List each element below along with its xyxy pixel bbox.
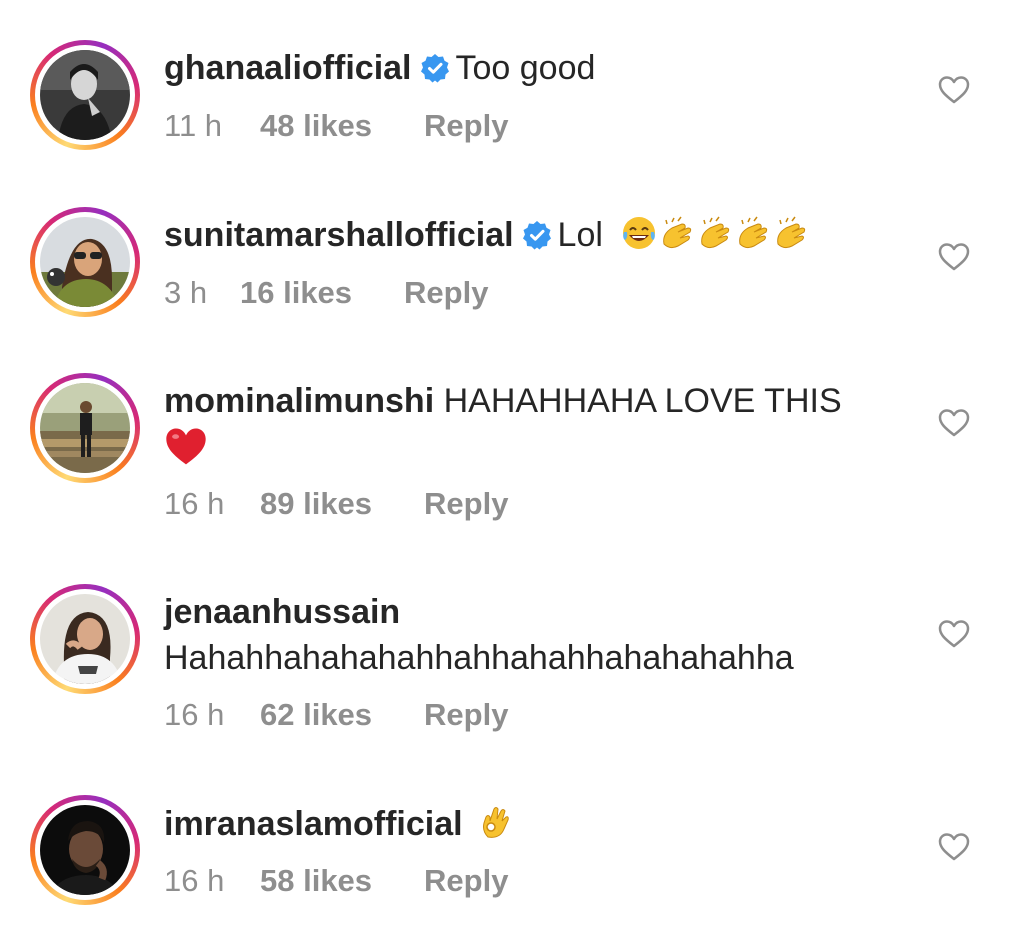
comment-likes[interactable]: 48 likes xyxy=(260,108,372,144)
comment-likes[interactable]: 89 likes xyxy=(260,486,372,522)
reply-button[interactable]: Reply xyxy=(424,486,508,522)
ok-hand-emoji-icon xyxy=(476,803,514,841)
comment-time: 16 h xyxy=(164,697,225,732)
like-heart-icon[interactable] xyxy=(938,408,970,438)
comment-likes[interactable]: 58 likes xyxy=(260,863,372,899)
avatar[interactable] xyxy=(40,805,130,895)
comment-username[interactable]: sunitamarshallofficial xyxy=(164,216,514,254)
reply-button[interactable]: Reply xyxy=(424,697,508,733)
reply-button[interactable]: Reply xyxy=(424,863,508,899)
avatar-story-ring[interactable] xyxy=(30,40,140,150)
comment-meta: 16 h 89 likes Reply xyxy=(164,486,508,522)
avatar[interactable] xyxy=(40,383,130,473)
avatar-story-ring[interactable] xyxy=(30,207,140,317)
comment-likes[interactable]: 62 likes xyxy=(260,697,372,733)
comment-username[interactable]: mominalimunshi xyxy=(164,382,434,420)
avatar[interactable] xyxy=(40,594,130,684)
comment-time: 11 h xyxy=(164,108,223,143)
reply-button[interactable]: Reply xyxy=(424,108,508,144)
verified-badge-icon xyxy=(420,53,450,83)
tears-of-joy-emoji-icon xyxy=(620,214,658,252)
avatar-story-ring[interactable] xyxy=(30,373,140,483)
like-heart-icon[interactable] xyxy=(938,75,970,105)
comment-text: Too good xyxy=(455,49,596,87)
clapping-hands-emoji-icon xyxy=(772,214,810,252)
comment-text: Hahahhahahahahhahhahahhahahahahha xyxy=(164,639,794,677)
avatar[interactable] xyxy=(40,217,130,307)
clapping-hands-emoji-icon xyxy=(658,214,696,252)
comments-list: ghanaaliofficial Too good 11 h 48 likes Rep… xyxy=(0,0,1024,931)
comment-meta: 3 h 16 likes Reply xyxy=(164,275,488,311)
reply-button[interactable]: Reply xyxy=(404,275,488,311)
avatar[interactable] xyxy=(40,50,130,140)
comment-username[interactable]: ghanaaliofficial xyxy=(164,49,412,87)
clapping-hands-emoji-icon xyxy=(734,214,772,252)
comment-text: HAHAHHAHA LOVE THIS xyxy=(443,382,842,420)
verified-badge-icon xyxy=(522,220,552,250)
comment-username[interactable]: jenaanhussain xyxy=(164,593,400,631)
comment-time: 16 h xyxy=(164,863,225,898)
clapping-hands-emoji-icon xyxy=(696,214,734,252)
like-heart-icon[interactable] xyxy=(938,619,970,649)
comment-likes[interactable]: 16 likes xyxy=(240,275,352,311)
like-heart-icon[interactable] xyxy=(938,242,970,272)
like-heart-icon[interactable] xyxy=(938,832,970,862)
comment-meta: 16 h 58 likes Reply xyxy=(164,863,508,899)
avatar-story-ring[interactable] xyxy=(30,584,140,694)
comment-username[interactable]: imranaslamofficial xyxy=(164,805,463,843)
comment-meta: 11 h 48 likes Reply xyxy=(164,108,508,144)
comment-text: Lol xyxy=(557,216,603,254)
comment-meta: 16 h 62 likes Reply xyxy=(164,697,508,733)
avatar-story-ring[interactable] xyxy=(30,795,140,905)
comment-time: 3 h xyxy=(164,275,208,310)
red-heart-emoji-icon xyxy=(164,425,208,469)
comment-time: 16 h xyxy=(164,486,225,521)
